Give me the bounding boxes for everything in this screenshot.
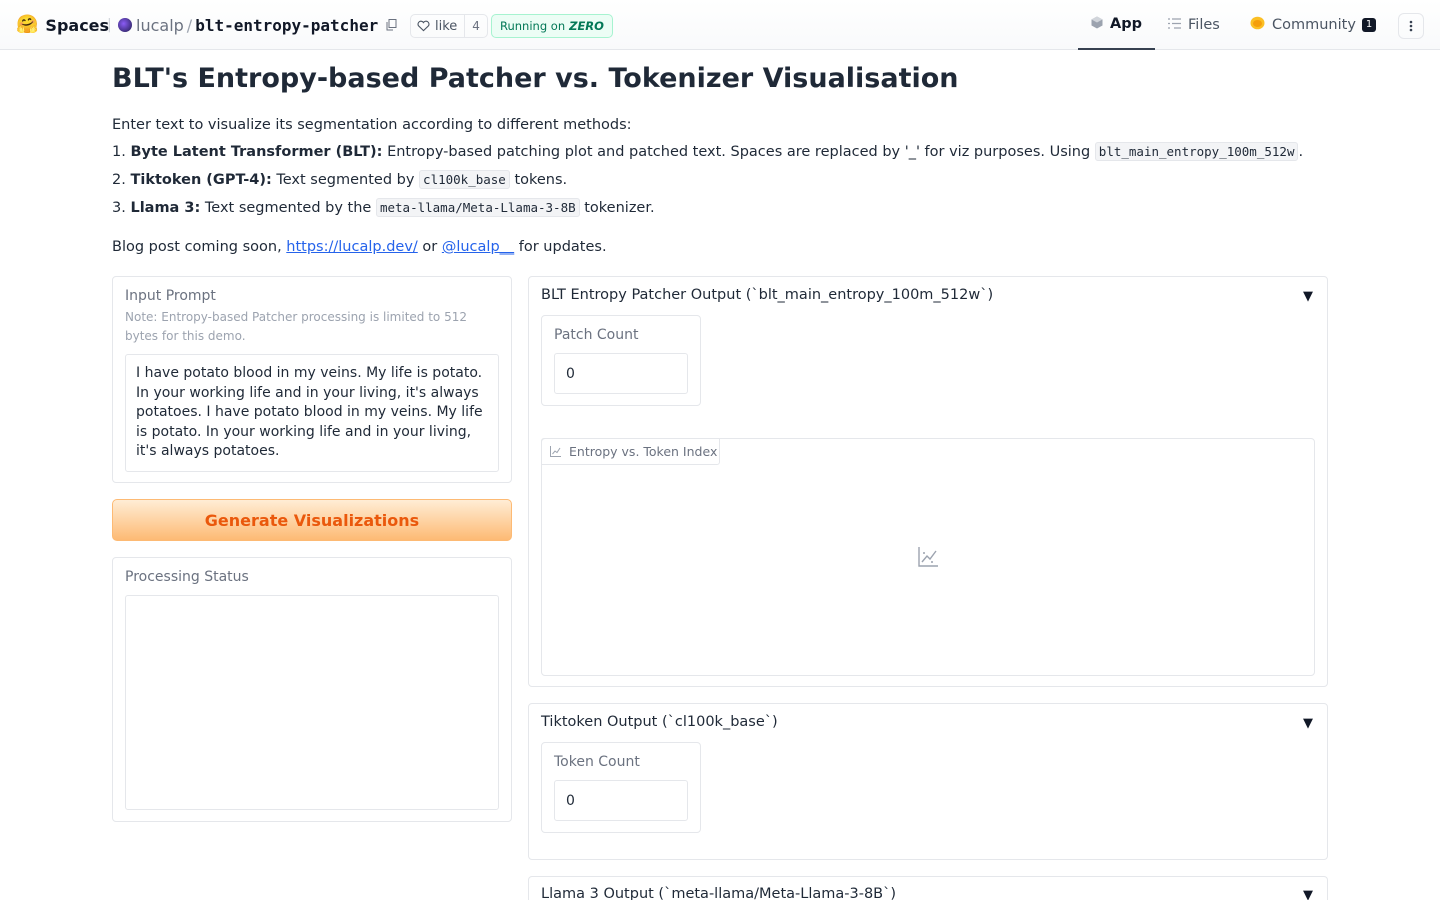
- patch-count-field[interactable]: 0: [554, 353, 688, 394]
- method-suffix: tokenizer.: [584, 200, 655, 216]
- plot-label: Entropy vs. Token Index: [569, 444, 718, 459]
- method-description: Entropy-based patching plot and patched …: [387, 144, 1091, 160]
- blog-line: Blog post coming soon, https://lucalp.de…: [112, 239, 607, 255]
- running-status-badge: Running on ZERO: [491, 14, 613, 38]
- files-icon: [1168, 17, 1181, 33]
- repo-name-link[interactable]: blt-entropy-patcher: [195, 16, 378, 35]
- method-code: cl100k_base: [419, 170, 510, 189]
- processing-status-label: Processing Status: [125, 569, 249, 585]
- plot-label-tab: Entropy vs. Token Index: [541, 438, 720, 465]
- tab-files[interactable]: Files: [1168, 0, 1220, 50]
- owner-link[interactable]: lucalp: [136, 16, 184, 35]
- generate-visualizations-button[interactable]: Generate Visualizations: [112, 499, 512, 541]
- blt-accordion-title[interactable]: BLT Entropy Patcher Output (`blt_main_en…: [541, 287, 993, 303]
- method-suffix: .: [1298, 144, 1304, 160]
- owner-avatar[interactable]: [118, 18, 132, 32]
- input-prompt-textarea[interactable]: I have potato blood in my veins. My life…: [125, 354, 499, 472]
- running-label: Running on: [500, 19, 566, 33]
- tab-files-label: Files: [1188, 17, 1220, 33]
- tab-community[interactable]: Community 1: [1250, 0, 1377, 50]
- token-count-label: Token Count: [554, 754, 640, 770]
- input-prompt-label: Input Prompt: [125, 288, 216, 304]
- tab-community-label: Community: [1272, 17, 1356, 33]
- chevron-down-icon[interactable]: ▼: [1303, 289, 1313, 304]
- heart-icon: [417, 20, 430, 32]
- breadcrumb-separator: /: [186, 15, 193, 35]
- patch-count-label: Patch Count: [554, 327, 639, 343]
- blog-suffix: for updates.: [518, 239, 607, 255]
- like-button[interactable]: like 4: [410, 14, 488, 38]
- community-icon: [1250, 16, 1265, 34]
- empty-plot-icon: [918, 547, 938, 567]
- input-prompt-note: Note: Entropy-based Patcher processing i…: [125, 310, 467, 343]
- method-number: 2.: [112, 172, 126, 188]
- method-name: Llama 3:: [130, 200, 201, 216]
- chevron-down-icon[interactable]: ▼: [1303, 888, 1313, 900]
- page-title: BLT's Entropy-based Patcher vs. Tokenize…: [112, 63, 959, 94]
- method-description: Text segmented by: [276, 172, 415, 188]
- method-name: Tiktoken (GPT-4):: [130, 172, 272, 188]
- copy-icon[interactable]: [386, 18, 398, 31]
- method-number: 1.: [112, 144, 126, 160]
- repo-breadcrumb: lucalp / blt-entropy-patcher: [118, 14, 378, 36]
- more-vertical-icon[interactable]: [1398, 13, 1424, 39]
- hugging-face-logo-icon: 🤗: [16, 14, 39, 35]
- method-item-llama: 3. Llama 3: Text segmented by the meta-l…: [112, 198, 655, 217]
- tiktoken-accordion-title[interactable]: Tiktoken Output (`cl100k_base`): [541, 714, 778, 730]
- method-code: blt_main_entropy_100m_512w: [1094, 142, 1299, 161]
- method-description: Text segmented by the: [204, 200, 372, 216]
- divider: |: [107, 17, 112, 33]
- spaces-label: Spaces: [45, 15, 110, 35]
- like-count[interactable]: 4: [464, 15, 487, 37]
- hardware-label: ZERO: [569, 19, 604, 33]
- chart-icon: [550, 446, 561, 457]
- processing-status-textarea[interactable]: [125, 595, 499, 810]
- method-number: 3.: [112, 200, 126, 216]
- top-nav-bar: 🤗 Spaces | lucalp / blt-entropy-patcher …: [0, 0, 1440, 50]
- blog-prefix: Blog post coming soon,: [112, 239, 282, 255]
- method-name: Byte Latent Transformer (BLT):: [130, 144, 383, 160]
- twitter-handle-link[interactable]: @lucalp__: [442, 239, 514, 255]
- blog-link[interactable]: https://lucalp.dev/: [286, 239, 417, 255]
- method-item-blt: 1. Byte Latent Transformer (BLT): Entrop…: [112, 142, 1304, 161]
- method-code: meta-llama/Meta-Llama-3-8B: [375, 198, 580, 217]
- intro-text: Enter text to visualize its segmentation…: [112, 117, 632, 133]
- like-label: like: [435, 18, 458, 34]
- chevron-down-icon[interactable]: ▼: [1303, 716, 1313, 731]
- llama-accordion-title[interactable]: Llama 3 Output (`meta-llama/Meta-Llama-3…: [541, 886, 896, 900]
- tab-app-label: App: [1110, 16, 1142, 32]
- cube-icon: [1091, 16, 1103, 33]
- method-item-tiktoken: 2. Tiktoken (GPT-4): Text segmented by c…: [112, 170, 568, 189]
- spaces-logo-link[interactable]: 🤗 Spaces: [16, 14, 109, 36]
- tab-app[interactable]: App: [1078, 0, 1155, 50]
- method-suffix: tokens.: [514, 172, 568, 188]
- token-count-field[interactable]: 0: [554, 780, 688, 821]
- community-count-badge: 1: [1361, 18, 1377, 32]
- blog-or: or: [422, 239, 438, 255]
